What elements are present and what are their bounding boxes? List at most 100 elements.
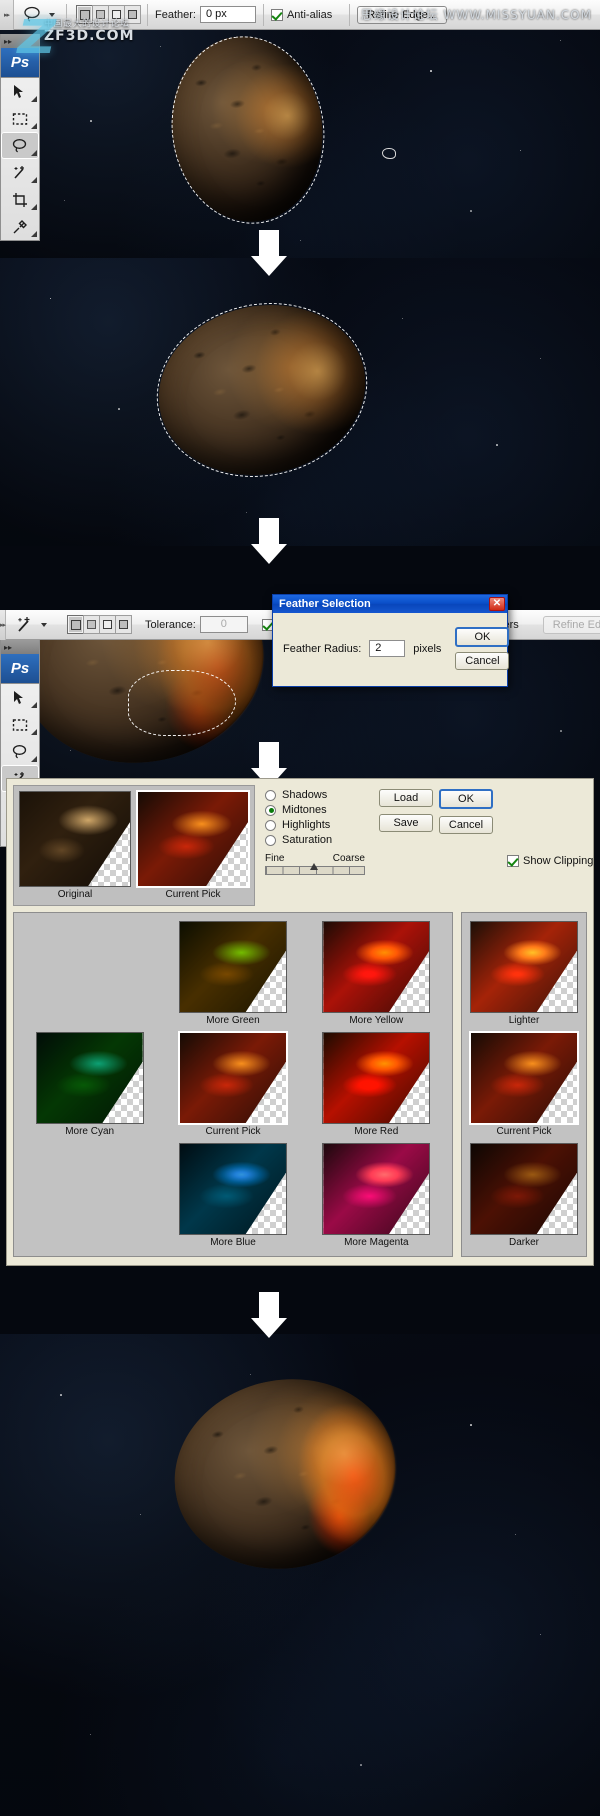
color-variations-grid[interactable]: More Green More Yellow More Cyan Current… [13,912,453,1257]
current-pick-grid-label: Current Pick [205,1126,261,1137]
ok-button[interactable]: OK [455,627,510,647]
tone-radio-group[interactable]: Shadows Midtones Highlights Saturation F… [265,789,365,906]
more-yellow-label: More Yellow [349,1015,404,1026]
tool-crop[interactable] [1,186,39,213]
mode-intersect-with-selection[interactable] [115,615,133,634]
feather-selection-dialog[interactable]: Feather Selection ✕ Feather Radius: 2 pi… [272,594,510,687]
antialias-checkbox[interactable]: Anti-alias [270,8,333,21]
radio-midtones[interactable]: Midtones [265,804,365,816]
dialog-body: Feather Radius: 2 pixels OK Cancel [273,613,510,686]
load-button[interactable]: Load [379,789,433,807]
feather-input[interactable]: 0 px [199,6,256,23]
radio-icon [265,789,276,801]
more-red-label: More Red [354,1126,399,1137]
feather-radius-label: Feather Radius: [283,642,362,655]
more-magenta-thumbnail[interactable] [322,1143,431,1235]
selection-mode-group[interactable] [67,615,133,634]
variations-buttons[interactable]: Load Save OK Cancel [379,789,493,834]
radio-saturation[interactable]: Saturation [265,834,365,846]
variations-controls: Shadows Midtones Highlights Saturation F… [265,785,600,906]
more-red-thumbnail[interactable] [322,1032,431,1124]
variation-lighter[interactable]: Lighter [470,921,578,1026]
divider [349,3,351,26]
current-pick-label: Current Pick [165,889,221,900]
variation-more-cyan[interactable]: More Cyan [35,1032,144,1137]
more-yellow-thumbnail[interactable] [322,921,431,1013]
lighter-label: Lighter [508,1015,540,1026]
feather-radius-input[interactable]: 2 [369,640,406,657]
more-cyan-thumbnail[interactable] [35,1032,144,1124]
tool-move[interactable] [1,78,39,105]
current-pick-thumbnail[interactable] [136,790,250,888]
fine-coarse-slider[interactable]: Fine Coarse [265,853,365,875]
cancel-button[interactable]: Cancel [439,816,493,834]
radio-icon [265,834,276,846]
variation-more-red[interactable]: More Red [322,1032,431,1137]
variation-brightness-current-pick[interactable]: Current Pick [469,1031,579,1137]
tool-rectangular-marquee[interactable] [1,105,39,132]
magic-wand-tool-indicator[interactable] [6,614,51,636]
mode-subtract-from-selection[interactable] [99,615,117,634]
zf3d-logo-icon: Z [17,10,56,64]
watermark-zf3d-line2: ZF3D.COM [44,28,135,45]
variation-darker[interactable]: Darker [470,1143,578,1248]
more-green-thumbnail[interactable] [178,921,287,1013]
divider [147,3,148,26]
mode-add-to-selection[interactable] [83,615,101,634]
photoshop-logo: Ps [1,654,39,684]
brightness-variations-column[interactable]: Lighter Current Pick Darker [461,912,587,1257]
variations-dialog[interactable]: Original Current Pick Shadows Midtones H… [6,778,594,1266]
original-thumbnail[interactable] [19,791,131,887]
brightness-current-pick-label: Current Pick [496,1126,552,1137]
variation-current-pick[interactable]: Current Pick [177,1031,288,1137]
toolbox-collapse-button[interactable]: ▸▸ [1,640,39,654]
tool-lasso[interactable] [1,132,39,159]
current-pick-thumb-wrap[interactable]: Current Pick [136,790,250,900]
checkbox-icon [270,8,283,21]
fine-label: Fine [265,853,285,864]
more-blue-thumbnail[interactable] [178,1143,287,1235]
tool-lasso[interactable] [1,738,39,765]
tool-rectangular-marquee[interactable] [1,711,39,738]
chevron-down-icon[interactable] [41,622,48,627]
antialias-label: Anti-alias [286,8,333,21]
dialog-titlebar: Feather Selection ✕ [273,595,507,613]
radio-shadows[interactable]: Shadows [265,789,365,801]
cancel-button[interactable]: Cancel [455,652,510,670]
refine-edge-button: Refine Edge... [542,615,600,634]
brightness-current-pick-thumbnail[interactable] [469,1031,579,1125]
close-icon[interactable]: ✕ [489,597,505,611]
darker-thumbnail[interactable] [470,1143,578,1235]
radio-highlights-label: Highlights [282,819,331,831]
lighter-thumbnail[interactable] [470,921,578,1013]
current-pick-grid-thumbnail[interactable] [177,1031,288,1125]
tool-move[interactable] [1,684,39,711]
ok-button[interactable]: OK [439,789,493,809]
original-thumb-wrap[interactable]: Original [19,791,131,900]
show-clipping-checkbox[interactable]: Show Clipping [507,789,593,906]
slider-thumb[interactable] [310,863,318,870]
tool-magic-wand[interactable] [1,159,39,186]
variation-more-magenta[interactable]: More Magenta [322,1143,431,1248]
save-button[interactable]: Save [379,814,433,832]
radio-icon [265,819,276,831]
show-clipping-label: Show Clipping [523,855,594,867]
variation-more-yellow[interactable]: More Yellow [322,921,431,1026]
magic-wand-icon [14,614,36,636]
radio-highlights[interactable]: Highlights [265,819,365,831]
radio-midtones-label: Midtones [282,804,327,816]
photoshop-toolbox-1[interactable]: ▸▸ Ps [0,34,40,241]
variation-more-blue[interactable]: More Blue [178,1143,287,1248]
variations-grid-area: More Green More Yellow More Cyan Current… [7,912,593,1265]
options-bar-grip[interactable]: ▸▸ [0,0,14,30]
darker-label: Darker [508,1237,539,1248]
tolerance-label: Tolerance: [145,618,196,631]
step-5-canvas [0,1334,600,1816]
slider-track[interactable] [265,863,365,875]
variation-more-green[interactable]: More Green [178,921,287,1026]
mode-new-selection[interactable] [67,615,85,634]
tolerance-input[interactable]: 0 [199,616,248,633]
tool-eyedropper[interactable] [1,213,39,240]
checkbox-icon [507,855,519,867]
flow-arrow-4 [251,1292,287,1338]
